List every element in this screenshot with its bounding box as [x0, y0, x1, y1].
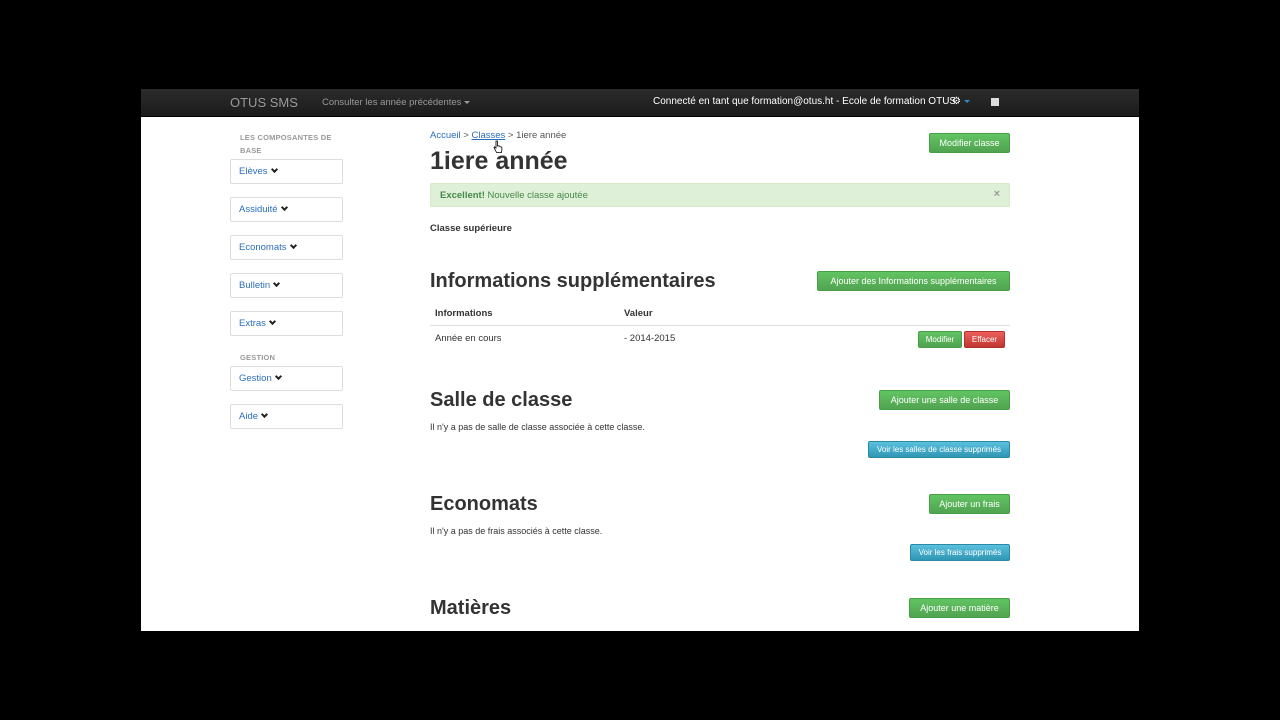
caret-down-icon [963, 99, 970, 103]
success-alert: Excellent! Nouvelle classe ajoutée × [430, 183, 1010, 207]
sidebar-item-gestion[interactable]: Gestion [230, 366, 343, 391]
chevron-down-icon [270, 165, 278, 174]
chevron-down-icon [273, 279, 281, 288]
sidebar-item-label: Assiduité [239, 204, 278, 215]
alert-strong: Excellent! [440, 190, 485, 201]
sidebar-item-label: Extras [239, 318, 266, 329]
edit-info-button[interactable]: Modifier [918, 331, 962, 348]
browser-viewport: OTUS SMS Consulter les année précédentes… [141, 89, 1139, 631]
chevron-down-icon [260, 410, 269, 419]
table-cell-info: Année en cours [435, 333, 502, 344]
menu-square-icon[interactable] [991, 98, 999, 106]
edit-class-button[interactable]: Modifier classe [929, 133, 1010, 153]
table-cell-value: - 2014-2015 [624, 333, 676, 344]
caret-down-icon [464, 100, 471, 104]
breadcrumb-separator: > [463, 130, 469, 141]
add-info-button[interactable]: Ajouter des Informations supplémentaires [817, 271, 1010, 291]
info-section-title: Informations supplémentaires [430, 270, 716, 292]
chevron-down-icon [268, 317, 276, 326]
sidebar-item-bulletin[interactable]: Bulletin [230, 273, 343, 298]
add-subject-button[interactable]: Ajouter une matière [909, 598, 1010, 618]
view-deleted-classrooms-button[interactable]: Voir les salles de classe supprimés [868, 441, 1010, 458]
breadcrumb-separator: > [507, 130, 514, 141]
table-divider [430, 325, 1010, 326]
sidebar-item-assiduite[interactable]: Assiduité [230, 197, 343, 222]
add-classroom-button[interactable]: Ajouter une salle de classe [879, 390, 1010, 410]
col-header-info: Informations [435, 308, 493, 319]
sidebar-item-aide[interactable]: Aide [230, 404, 343, 429]
alert-message: Nouvelle classe ajoutée [487, 190, 588, 201]
chevron-down-icon [280, 203, 288, 212]
sidebar-item-extras[interactable]: Extras [230, 311, 343, 336]
settings-dropdown[interactable]: ⚙ [952, 96, 970, 107]
sidebar-item-eleves[interactable]: Elèves [230, 159, 343, 184]
logged-in-user: Connecté en tant que formation@otus.ht -… [653, 96, 957, 107]
parent-class-label: Classe supérieure [430, 223, 512, 234]
close-icon[interactable]: × [994, 188, 1000, 200]
sidebar-item-label: Economats [239, 242, 287, 253]
sidebar-item-label: Elèves [239, 166, 268, 177]
sidebar-header-base: LES COMPOSANTES DE BASE [240, 133, 332, 155]
breadcrumb-current: 1iere année [516, 130, 567, 141]
brand-link[interactable]: OTUS SMS [230, 95, 298, 110]
classroom-section-title: Salle de classe [430, 389, 573, 411]
fees-empty-message: Il n'y a pas de frais associés à cette c… [430, 526, 603, 536]
add-fee-button[interactable]: Ajouter un frais [929, 494, 1010, 514]
subjects-section-title: Matières [430, 597, 512, 619]
chevron-down-icon [289, 241, 297, 250]
breadcrumb-home-link[interactable]: Accueil [430, 130, 461, 141]
gear-icon: ⚙ [952, 96, 961, 107]
previous-years-label: Consulter les année précédentes [322, 97, 462, 108]
economats-section-title: Economats [430, 493, 538, 515]
top-navbar: OTUS SMS Consulter les année précédentes… [141, 89, 1139, 117]
chevron-down-icon [274, 372, 282, 381]
sidebar-item-label: Aide [239, 411, 259, 422]
view-deleted-fees-button[interactable]: Voir les frais supprimés [910, 544, 1010, 561]
classroom-empty-message: Il n'y a pas de salle de classe associée… [430, 422, 645, 432]
delete-info-button[interactable]: Effacer [964, 331, 1005, 348]
sidebar-item-economats[interactable]: Economats [230, 235, 343, 260]
sidebar-header-gestion: GESTION [240, 353, 276, 362]
page-title: 1iere année [430, 147, 568, 175]
previous-years-dropdown[interactable]: Consulter les année précédentes [322, 97, 471, 108]
sidebar-item-label: Gestion [239, 373, 272, 384]
col-header-value: Valeur [624, 308, 653, 319]
sidebar-item-label: Bulletin [239, 280, 271, 291]
